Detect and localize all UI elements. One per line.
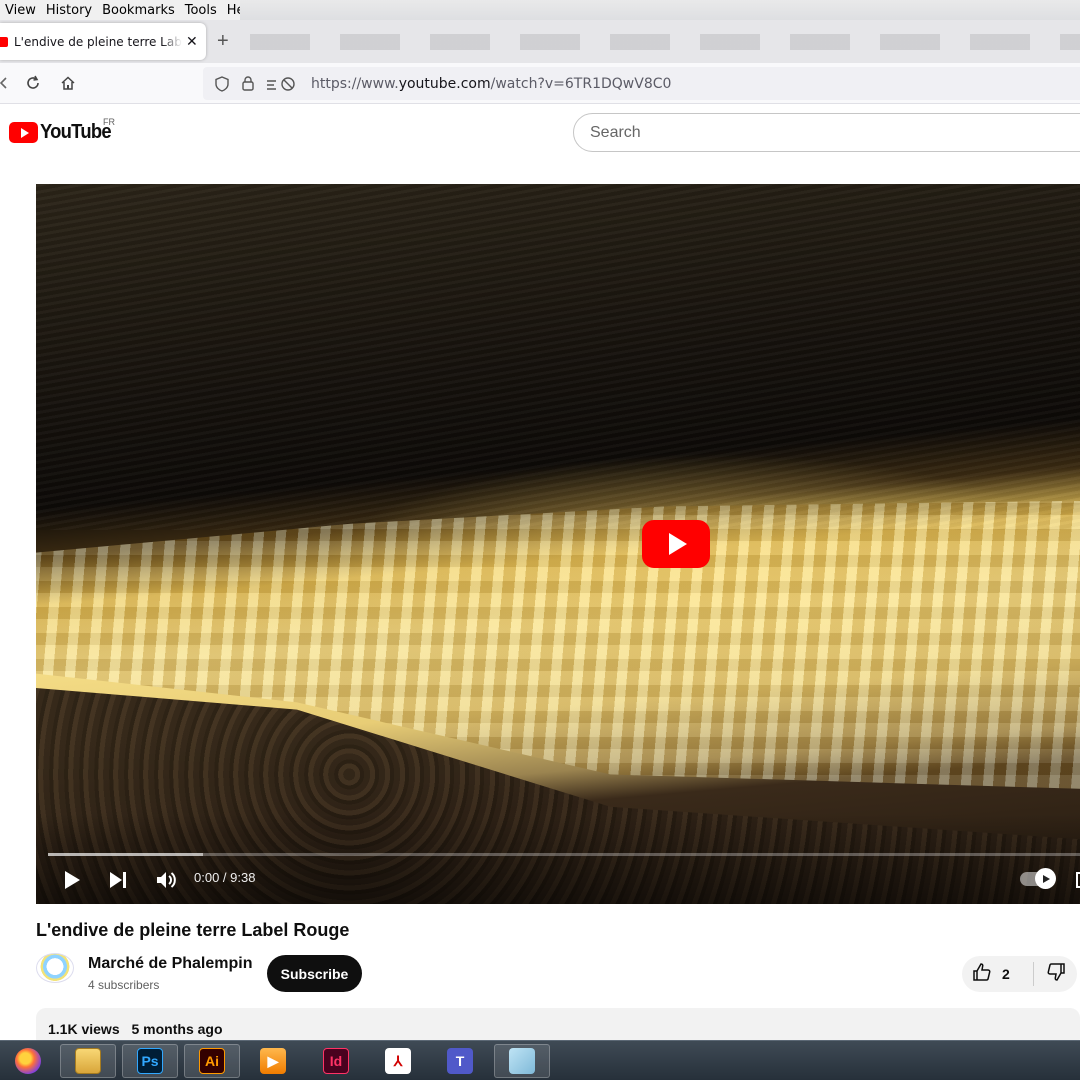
subscribe-button[interactable]: Subscribe — [267, 955, 362, 992]
dislike-button[interactable] — [1046, 962, 1066, 987]
country-code: FR — [103, 117, 115, 127]
menu-tools[interactable]: Tools — [180, 3, 222, 18]
youtube-play-logo-icon — [9, 122, 38, 143]
url-text[interactable]: https://www.youtube.com/watch?v=6TR1DQwV… — [311, 76, 671, 92]
view-stats: 1.1K views 5 months ago — [48, 1021, 231, 1037]
video-player[interactable]: 0:00 / 9:38 — [36, 184, 1080, 904]
lock-icon[interactable] — [237, 73, 259, 95]
menu-bookmarks[interactable]: Bookmarks — [97, 3, 180, 18]
photoshop-icon: Ps — [137, 1048, 163, 1074]
thumbs-down-icon — [1046, 962, 1066, 986]
new-tab-button[interactable]: + — [217, 30, 229, 53]
taskbar: Ps Ai ▶ Id ⅄ T — [0, 1040, 1080, 1080]
youtube-logo[interactable]: YouTube FR — [9, 117, 117, 144]
taskbar-file-explorer[interactable] — [60, 1044, 116, 1078]
taskbar-illustrator[interactable]: Ai — [184, 1044, 240, 1078]
play-icon[interactable] — [62, 868, 82, 892]
back-icon[interactable] — [0, 73, 14, 93]
taskbar-teams[interactable]: T — [432, 1044, 488, 1078]
menu-history[interactable]: History — [41, 3, 97, 18]
taskbar-acrobat[interactable]: ⅄ — [370, 1044, 426, 1078]
taskbar-indesign[interactable]: Id — [308, 1044, 364, 1078]
address-bar[interactable]: https://www.youtube.com/watch?v=6TR1DQwV… — [203, 67, 1080, 100]
indesign-icon: Id — [323, 1048, 349, 1074]
taskbar-notes[interactable] — [494, 1044, 550, 1078]
search-input[interactable]: Search — [573, 113, 1080, 152]
home-icon[interactable] — [58, 73, 78, 93]
tab-close-icon[interactable]: ✕ — [186, 33, 198, 50]
tab-strip-shadow — [250, 34, 1080, 50]
progress-loaded — [48, 853, 203, 856]
reload-icon[interactable] — [23, 73, 43, 93]
channel-avatar[interactable] — [36, 953, 74, 983]
subscriber-count: 4 subscribers — [88, 978, 160, 992]
view-count: 1.1K views — [48, 1021, 120, 1037]
youtube-wordmark: YouTube — [40, 121, 112, 143]
tab-youtube-video[interactable]: L'endive de pleine terre Label Rouge ✕ — [0, 23, 206, 60]
illustrator-icon: Ai — [199, 1048, 225, 1074]
upload-age: 5 months ago — [131, 1021, 223, 1037]
like-dislike-bar: 2 — [962, 956, 1077, 992]
video-frame-tunnel — [36, 184, 1080, 530]
permissions-icon[interactable] — [265, 73, 299, 95]
channel-name[interactable]: Marché de Phalempin — [88, 955, 253, 973]
time-display: 0:00 / 9:38 — [194, 870, 256, 885]
controls-gradient — [36, 814, 1080, 904]
taskbar-video-player[interactable]: ▶ — [245, 1044, 301, 1078]
tab-title: L'endive de pleine terre Label Rouge — [14, 34, 182, 49]
subtitles-icon[interactable] — [1076, 872, 1080, 888]
teams-icon: T — [447, 1048, 473, 1074]
thumbs-up-icon — [972, 962, 992, 987]
tab-strip: L'endive de pleine terre Label Rouge ✕ + — [0, 20, 1080, 63]
autoplay-toggle[interactable] — [1020, 868, 1056, 889]
navigation-bar: https://www.youtube.com/watch?v=6TR1DQwV… — [0, 63, 1080, 104]
taskbar-firefox[interactable] — [0, 1044, 56, 1078]
large-play-button[interactable] — [642, 520, 710, 568]
youtube-favicon-icon — [0, 36, 8, 47]
folder-icon — [75, 1048, 101, 1074]
acrobat-icon: ⅄ — [385, 1048, 411, 1074]
title-bar-background — [240, 0, 1080, 20]
shield-icon[interactable] — [211, 73, 233, 95]
firefox-icon — [15, 1048, 41, 1074]
like-count: 2 — [1002, 966, 1010, 982]
menu-view[interactable]: View — [0, 3, 41, 18]
video-title: L'endive de pleine terre Label Rouge — [36, 920, 350, 940]
progress-bar[interactable] — [48, 853, 1080, 856]
autoplay-knob-icon — [1035, 868, 1056, 889]
next-icon[interactable] — [108, 868, 128, 892]
menu-bar: View History Bookmarks Tools Help — [0, 0, 1080, 20]
volume-icon[interactable] — [154, 868, 178, 892]
notes-icon — [509, 1048, 535, 1074]
taskbar-photoshop[interactable]: Ps — [122, 1044, 178, 1078]
search-placeholder: Search — [590, 123, 641, 141]
like-button[interactable]: 2 — [962, 962, 1034, 986]
video-player-icon: ▶ — [260, 1048, 286, 1074]
